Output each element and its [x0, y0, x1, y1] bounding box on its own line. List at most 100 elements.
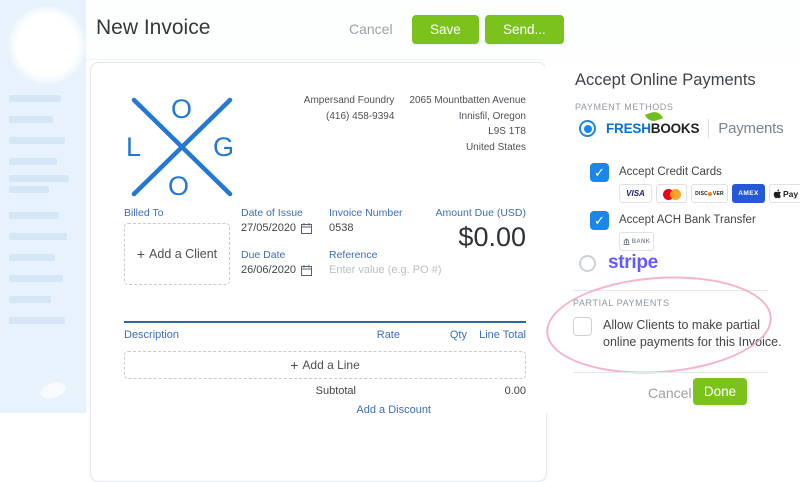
table-top-rule: [124, 321, 526, 323]
invoice-number-value: 0538: [329, 222, 353, 234]
payments-suffix: Payments: [718, 120, 783, 137]
payment-methods-section-label: PAYMENT METHODS: [575, 102, 674, 112]
mastercard-orange-circle: [670, 189, 681, 200]
freshbooks-logo: FRESHBOOKS Payments: [606, 119, 783, 138]
company-logo[interactable]: O L G O: [124, 91, 240, 203]
invoice-meta: Billed To + Add a Client Date of Issue 2…: [124, 207, 526, 319]
checkbox-checked-icon[interactable]: ✓: [590, 163, 609, 182]
partial-payments-label: Allow Clients to make partial online pay…: [603, 317, 789, 352]
apple-pay-text: Pay: [783, 189, 798, 199]
done-button[interactable]: Done: [693, 378, 747, 405]
amount-due-value: $0.00: [436, 222, 526, 253]
billed-to-label: Billed To: [124, 207, 230, 219]
app-sidebar: [0, 0, 86, 413]
address-line: Innisfil, Oregon: [409, 109, 526, 125]
due-date-label: Due Date: [241, 249, 312, 261]
sidebar-menu-item: [9, 296, 51, 303]
add-line-label: Add a Line: [302, 358, 359, 372]
column-header-description: Description: [124, 329, 340, 341]
date-of-issue-field[interactable]: 27/05/2020: [241, 222, 312, 234]
sidebar-logo-glow: [8, 6, 86, 84]
top-bar: New Invoice Cancel Save Send...: [86, 0, 800, 60]
discover-text: DISC: [695, 191, 708, 197]
logo-letter: G: [213, 134, 234, 161]
bank-badge-text: BANK: [632, 239, 651, 245]
reference-field[interactable]: Enter value (e.g. PO #): [329, 264, 469, 276]
amount-due-block: Amount Due (USD) $0.00: [436, 207, 526, 253]
accept-ach-option[interactable]: ✓ Accept ACH Bank Transfer BANK: [590, 211, 756, 251]
partial-payments-section-label: PARTIAL PAYMENTS: [573, 298, 670, 308]
invoice-card: O L G O Ampersand Foundry (416) 458-9394…: [90, 62, 547, 482]
checkbox-unchecked-icon[interactable]: [573, 317, 592, 336]
accept-ach-label: Accept ACH Bank Transfer: [619, 211, 756, 226]
company-address: 2065 Mountbatten Avenue Innisfil, Oregon…: [409, 93, 526, 155]
panel-cancel-link[interactable]: Cancel: [648, 385, 692, 401]
sidebar-menu-item: [9, 275, 63, 282]
divider: [573, 290, 768, 291]
accept-credit-cards-label: Accept Credit Cards: [619, 163, 800, 178]
send-button[interactable]: Send...: [485, 15, 564, 44]
vertical-divider: [708, 119, 709, 138]
company-name-phone: Ampersand Foundry (416) 458-9394: [304, 93, 395, 155]
company-name: Ampersand Foundry: [304, 93, 395, 109]
radio-unselected-icon[interactable]: [579, 255, 596, 272]
logo-letter: O: [171, 96, 192, 123]
sidebar-menu-item: [9, 254, 55, 261]
add-client-button[interactable]: + Add a Client: [124, 223, 230, 285]
sidebar-menu-item: [9, 137, 65, 144]
stripe-logo: stripe: [608, 252, 658, 274]
address-line: United States: [409, 140, 526, 156]
save-button[interactable]: Save: [412, 15, 479, 44]
amex-icon: AMEX: [732, 184, 765, 203]
add-line-button[interactable]: + Add a Line: [124, 351, 526, 379]
add-discount-link[interactable]: Add a Discount: [356, 404, 431, 416]
date-of-issue-label: Date of Issue: [241, 207, 312, 219]
mastercard-icon: [656, 184, 687, 203]
company-phone: (416) 458-9394: [304, 109, 395, 125]
card-brand-chips: VISA DISCVER AMEX Pay: [619, 184, 800, 203]
freshbooks-wordmark-books: BOOKS: [651, 121, 700, 136]
date-of-issue-value: 27/05/2020: [241, 222, 296, 234]
cancel-link[interactable]: Cancel: [349, 21, 393, 37]
calendar-icon: [301, 223, 312, 234]
bank-badge: BANK: [619, 232, 654, 251]
plus-icon: +: [290, 357, 298, 373]
column-header-rate: Rate: [340, 329, 400, 341]
sidebar-menu-item: [9, 233, 67, 240]
dates-column: Date of Issue 27/05/2020 Due Date 26/06/…: [241, 207, 312, 276]
accept-credit-cards-option[interactable]: ✓ Accept Credit Cards VISA DISCVER AMEX: [590, 163, 800, 203]
divider: [573, 372, 768, 373]
discover-dot: [708, 192, 712, 196]
calendar-icon: [301, 265, 312, 276]
sidebar-menu-item: [9, 116, 53, 123]
bank-chip-row: BANK: [619, 232, 756, 251]
due-date-field[interactable]: 26/06/2020: [241, 264, 312, 276]
freshbooks-wordmark-fresh: FRESH: [606, 121, 651, 136]
stripe-option[interactable]: stripe: [579, 252, 658, 274]
column-header-line-total: Line Total: [467, 329, 526, 341]
checkbox-checked-icon[interactable]: ✓: [590, 211, 609, 230]
sidebar-menu-item: [9, 158, 57, 165]
freshbooks-payments-option[interactable]: FRESHBOOKS Payments: [579, 119, 783, 138]
address-line: L9S 1T8: [409, 124, 526, 140]
payments-panel: Accept Online Payments PAYMENT METHODS F…: [545, 59, 800, 413]
company-info[interactable]: Ampersand Foundry (416) 458-9394 2065 Mo…: [304, 93, 526, 155]
apple-pay-icon: Pay: [769, 184, 800, 203]
amount-due-label: Amount Due (USD): [436, 207, 526, 219]
subtotal-value: 0.00: [441, 385, 526, 397]
table-header-row: Description Rate Qty Line Total: [124, 329, 526, 341]
logo-letter: L: [126, 134, 141, 161]
column-header-qty: Qty: [400, 329, 467, 341]
plus-icon: +: [137, 246, 145, 262]
radio-selected-icon[interactable]: [579, 120, 596, 137]
add-client-label: Add a Client: [149, 247, 217, 261]
discover-icon: DISCVER: [691, 184, 728, 203]
sidebar-menu-item: [9, 317, 65, 324]
sidebar-bottom-highlight: [38, 379, 68, 402]
panel-title: Accept Online Payments: [575, 71, 756, 90]
address-line: 2065 Mountbatten Avenue: [409, 93, 526, 109]
partial-payments-option[interactable]: Allow Clients to make partial online pay…: [573, 317, 789, 352]
bank-icon: [623, 238, 630, 245]
sidebar-menu-item: [9, 175, 69, 182]
sidebar-menu-item: [9, 95, 61, 102]
